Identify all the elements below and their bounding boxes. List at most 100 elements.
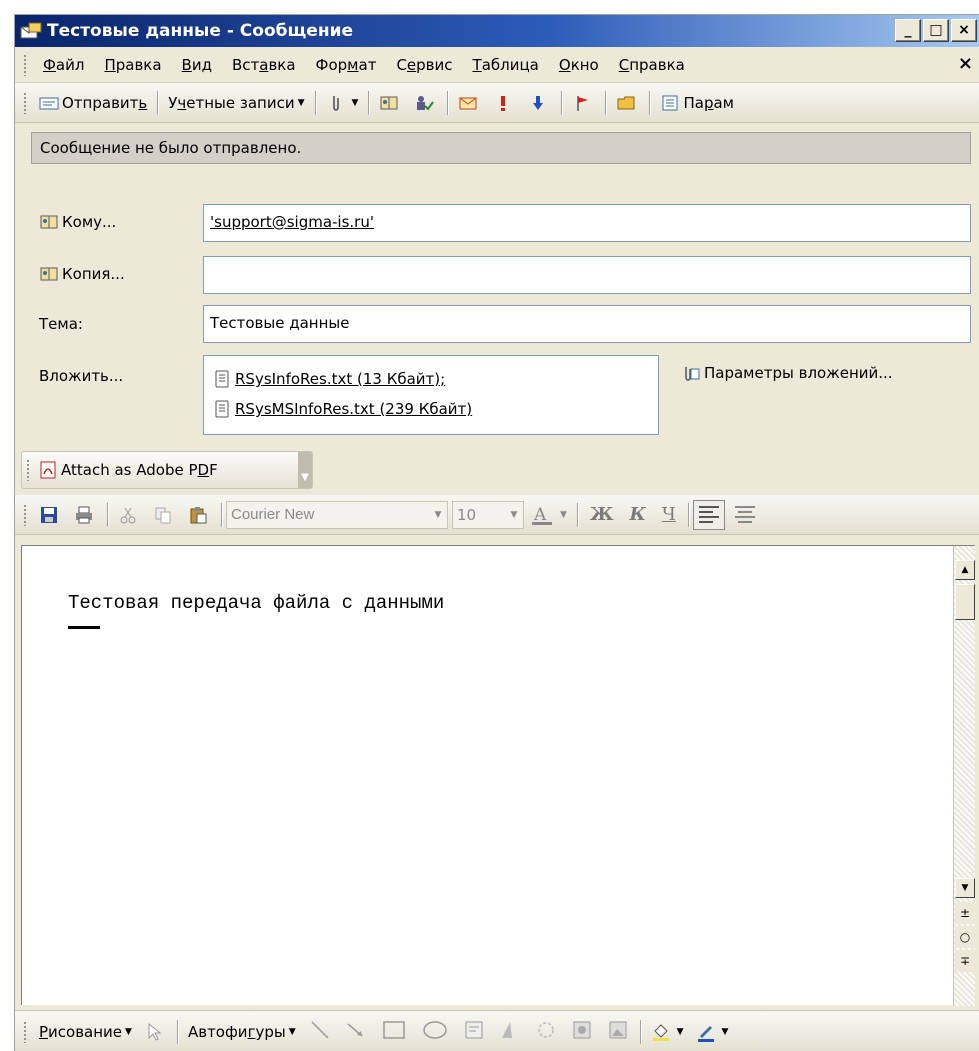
autoshapes-button[interactable]: Автофи г уры ▼: [182, 1017, 302, 1047]
pen-icon: [696, 1022, 716, 1042]
address-book-button[interactable]: [373, 88, 408, 118]
cut-button[interactable]: [112, 500, 147, 530]
menu-file[interactable]: Файл: [33, 56, 94, 74]
save-button[interactable]: [33, 500, 68, 530]
next-page-icon[interactable]: ∓: [955, 950, 975, 972]
text-box-tool-icon[interactable]: [464, 1020, 484, 1044]
attach-file-button[interactable]: ▼: [320, 88, 365, 118]
previous-page-icon[interactable]: ±: [955, 902, 975, 924]
accounts-button[interactable]: Уч етные записи ▼: [162, 88, 310, 118]
message-body[interactable]: Тестовая передача файла с данными ▲ ▼ ± …: [21, 545, 975, 1006]
send-icon: [39, 93, 59, 113]
menu-window[interactable]: Окно: [549, 56, 609, 74]
rectangle-tool-icon[interactable]: [382, 1020, 406, 1044]
menu-tools[interactable]: Сервис: [386, 56, 462, 74]
chevron-down-icon: ▼: [560, 509, 567, 520]
text-file-icon: [212, 399, 232, 419]
arrow-tool-icon[interactable]: [346, 1020, 366, 1044]
toolbar-separator: [314, 90, 316, 115]
cc-field[interactable]: [203, 256, 971, 294]
toolbar-options-icon[interactable]: ▼: [298, 452, 312, 488]
permission-button[interactable]: [610, 88, 645, 118]
italic-button[interactable]: К: [622, 504, 654, 525]
print-button[interactable]: [68, 500, 103, 530]
wordart-tool-icon[interactable]: [500, 1020, 520, 1044]
check-names-button[interactable]: [408, 88, 443, 118]
underline-button[interactable]: Ч: [654, 504, 684, 525]
font-name-select[interactable]: Courier New ▼: [226, 500, 448, 529]
close-button[interactable]: ×: [951, 19, 977, 42]
info-bar: Сообщение не было отправлено.: [31, 132, 971, 164]
attachment-item[interactable]: RSysMSInfoRes.txt (239 Кбайт): [212, 394, 650, 424]
attachment-options-icon: [681, 363, 701, 383]
to-field[interactable]: 'support@sigma-is.ru': [203, 204, 971, 242]
toolbar-separator: [605, 90, 607, 115]
subject-field[interactable]: Тестовые данные: [203, 305, 971, 343]
attach-pdf-button[interactable]: Attach as Adobe PDF: [36, 455, 224, 485]
grip-handle[interactable]: [23, 503, 27, 526]
request-receipt-button[interactable]: [452, 88, 487, 118]
scroll-down-button[interactable]: ▼: [955, 878, 975, 898]
browse-object-icon[interactable]: ○: [955, 926, 975, 948]
menu-view[interactable]: Вид: [172, 56, 222, 74]
text-file-icon: [212, 369, 232, 389]
body-text: Тестовая передача файла с данными: [68, 592, 445, 614]
options-button[interactable]: Па р ам: [654, 88, 740, 118]
menu-insert[interactable]: Вставка: [222, 56, 306, 74]
bold-button[interactable]: Ж: [582, 504, 622, 525]
picture-tool-icon[interactable]: [608, 1020, 628, 1044]
draw-menu-button[interactable]: Рисование ▼: [33, 1017, 138, 1047]
font-color-button[interactable]: A ▼: [524, 500, 573, 530]
attachment-options-button[interactable]: Параметры вложений...: [681, 363, 893, 383]
copy-button[interactable]: [147, 500, 182, 530]
attach-button[interactable]: Вложить...: [39, 367, 123, 385]
low-importance-button[interactable]: [522, 88, 557, 118]
grip-handle[interactable]: [23, 91, 27, 114]
chevron-down-icon: ▼: [125, 1026, 132, 1037]
menu-edit[interactable]: Правка: [94, 56, 171, 74]
scroll-thumb[interactable]: [955, 584, 975, 620]
grip-handle[interactable]: [23, 53, 27, 76]
line-color-button[interactable]: ▼: [690, 1017, 735, 1047]
send-button[interactable]: Отправит ь: [33, 88, 153, 118]
menu-format[interactable]: Формат: [306, 56, 387, 74]
copy-icon: [153, 505, 173, 525]
title-bar[interactable]: Тестовые данные - Сообщение _ □ ×: [15, 15, 979, 47]
paint-bucket-icon: [651, 1022, 671, 1042]
grip-handle[interactable]: [23, 1020, 27, 1043]
cc-button[interactable]: Копия...: [39, 264, 125, 284]
toolbar-separator: [639, 1019, 641, 1044]
formatting-toolbar: Courier New ▼ 10 ▼ A ▼ Ж К Ч: [15, 495, 979, 535]
menu-help[interactable]: Справка: [609, 56, 695, 74]
grip-handle[interactable]: [26, 459, 30, 481]
clip-art-tool-icon[interactable]: [572, 1020, 592, 1044]
follow-up-flag-button[interactable]: [566, 88, 601, 118]
high-importance-button[interactable]: [487, 88, 522, 118]
attachment-item[interactable]: RSysInfoRes.txt (13 Кбайт);: [212, 364, 650, 394]
font-size-select[interactable]: 10 ▼: [452, 500, 524, 529]
close-document-icon[interactable]: ×: [958, 53, 973, 74]
pdf-toolbar: Attach as Adobe PDF ▼: [21, 451, 313, 489]
select-objects-button[interactable]: [138, 1017, 173, 1047]
oval-tool-icon[interactable]: [422, 1020, 448, 1044]
menu-table[interactable]: Таблица: [463, 56, 549, 74]
align-center-button[interactable]: [729, 500, 761, 530]
scroll-up-button[interactable]: ▲: [955, 560, 975, 580]
cc-row: Копия...: [31, 256, 971, 294]
paperclip-icon: [326, 93, 346, 113]
maximize-button[interactable]: □: [923, 19, 949, 42]
diagram-tool-icon[interactable]: [536, 1020, 556, 1044]
paste-button[interactable]: [182, 500, 217, 530]
check-names-icon: [414, 93, 435, 113]
minimize-button[interactable]: _: [895, 19, 921, 42]
chevron-down-icon: ▼: [676, 1026, 684, 1037]
align-left-button[interactable]: [692, 499, 725, 530]
toolbar-separator: [561, 90, 563, 115]
line-tool-icon[interactable]: [310, 1020, 330, 1044]
pdf-icon: [38, 460, 58, 480]
address-book-icon: [39, 264, 59, 284]
fill-color-button[interactable]: ▼: [645, 1017, 690, 1047]
vertical-scrollbar[interactable]: ▲ ▼ ± ○ ∓: [953, 546, 975, 1006]
font-name-value: Courier New: [231, 506, 315, 523]
to-button[interactable]: Кому...: [39, 212, 116, 232]
